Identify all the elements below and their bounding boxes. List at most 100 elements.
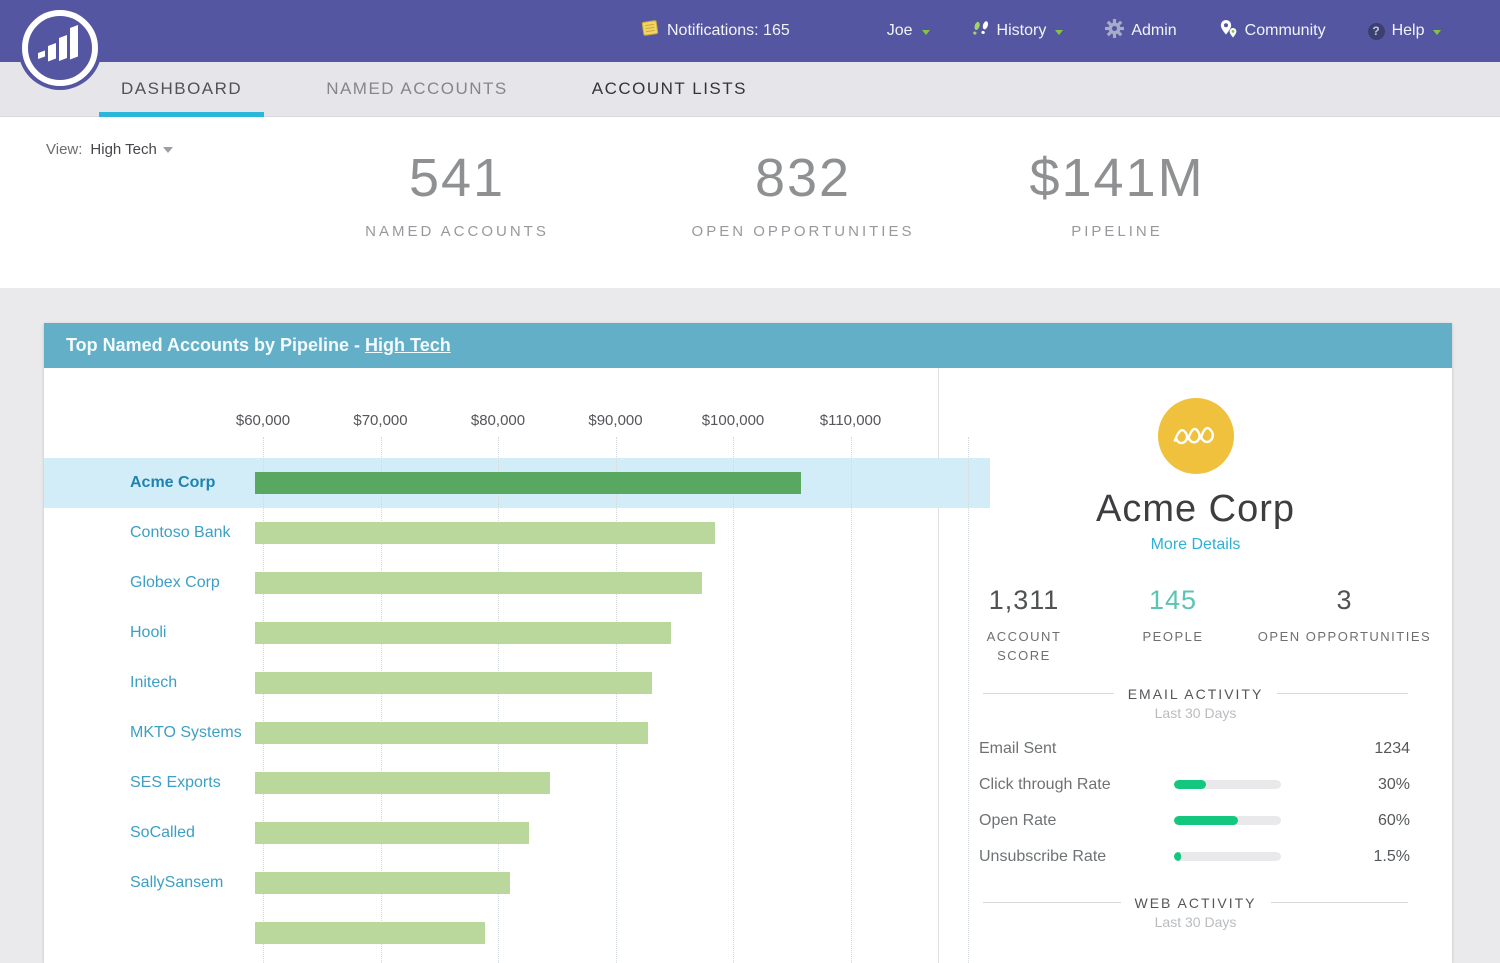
view-dropdown[interactable]: High Tech	[90, 141, 172, 158]
chart-title: Top Named Accounts by Pipeline - High Te…	[44, 323, 1452, 368]
pipeline-bar[interactable]	[255, 922, 485, 944]
account-row: SallySansem	[44, 858, 990, 908]
metric-value: 60%	[1296, 812, 1410, 830]
account-name: Acme Corp	[939, 488, 1452, 531]
detail-stat-open-opportunities: 3 OPEN OPPORTUNITIES	[1257, 580, 1432, 666]
account-row: SoCalled	[44, 808, 990, 858]
summary-panel: View: High Tech 541 NAMED ACCOUNTS 832 O…	[0, 117, 1500, 288]
community-menu[interactable]: Community	[1219, 19, 1326, 44]
progress-track	[1174, 816, 1281, 825]
bar-track	[255, 708, 990, 758]
community-label: Community	[1245, 22, 1326, 40]
more-details-link[interactable]: More Details	[939, 536, 1452, 554]
axis-tick-label: $60,000	[218, 412, 308, 429]
notifications-icon	[640, 19, 660, 43]
chart-title-view-link[interactable]: High Tech	[365, 335, 451, 355]
help-icon: ?	[1368, 23, 1385, 40]
stat-label: NAMED ACCOUNTS	[287, 223, 627, 240]
bar-track	[255, 758, 990, 808]
detail-stat-label: PEOPLE	[1113, 627, 1233, 647]
account-detail-panel: Acme Corp More Details 1,311 ACCOUNT SCO…	[938, 368, 1452, 963]
help-menu[interactable]: ? Help	[1368, 22, 1442, 40]
tab-dashboard[interactable]: DASHBOARD	[99, 62, 264, 116]
stat-named-accounts: 541 NAMED ACCOUNTS	[287, 147, 627, 240]
section-title: EMAIL ACTIVITY	[1128, 686, 1264, 702]
account-link[interactable]: Globex Corp	[44, 574, 255, 592]
account-link[interactable]: Hooli	[44, 624, 255, 642]
pipeline-bar[interactable]	[255, 522, 715, 544]
metric-bar-wrap	[1174, 780, 1296, 789]
account-link[interactable]: SES Exports	[44, 774, 255, 792]
progress-fill	[1174, 852, 1181, 861]
pipeline-bar[interactable]	[255, 672, 652, 694]
stat-open-opportunities: 832 OPEN OPPORTUNITIES	[633, 147, 973, 240]
axis-tick-label: $110,000	[806, 412, 896, 429]
account-row: Contoso Bank	[44, 508, 990, 558]
stat-label: PIPELINE	[947, 223, 1287, 240]
stat-label: OPEN OPPORTUNITIES	[633, 223, 973, 240]
pipeline-bar[interactable]	[255, 822, 529, 844]
bar-track	[255, 458, 990, 508]
pipeline-bar[interactable]	[255, 622, 671, 644]
progress-fill	[1174, 780, 1206, 789]
chevron-down-icon	[163, 147, 173, 153]
pipeline-bar[interactable]	[255, 872, 510, 894]
divider	[983, 902, 1121, 903]
view-label: View:	[46, 141, 82, 158]
user-menu-label: Joe	[887, 22, 913, 40]
account-link[interactable]: Acme Corp	[44, 474, 255, 492]
metric-label: Unsubscribe Rate	[979, 848, 1174, 866]
stat-value: $141M	[947, 147, 1287, 209]
detail-stat-label: OPEN OPPORTUNITIES	[1257, 627, 1432, 647]
footprints-icon	[972, 20, 990, 43]
history-label: History	[997, 22, 1047, 40]
account-link[interactable]: Contoso Bank	[44, 524, 255, 542]
detail-stat-people: 145 PEOPLE	[1113, 580, 1233, 666]
view-dropdown-value: High Tech	[90, 141, 156, 158]
admin-menu[interactable]: Admin	[1105, 19, 1176, 43]
pipeline-bar[interactable]	[255, 772, 550, 794]
account-row: Initech	[44, 658, 990, 708]
divider	[1277, 693, 1408, 694]
account-link[interactable]: SoCalled	[44, 824, 255, 842]
account-row: Hooli	[44, 608, 990, 658]
account-row: SES Exports	[44, 758, 990, 808]
chevron-down-icon	[1055, 30, 1063, 35]
metric-label: Open Rate	[979, 812, 1174, 830]
chevron-down-icon	[922, 30, 930, 35]
account-link[interactable]: Initech	[44, 674, 255, 692]
account-link[interactable]: MKTO Systems	[44, 724, 255, 742]
tab-account-lists[interactable]: ACCOUNT LISTS	[570, 62, 769, 116]
user-menu[interactable]: Joe	[887, 22, 930, 40]
axis-tick-label: $80,000	[453, 412, 543, 429]
bar-track	[255, 558, 990, 608]
help-label: Help	[1392, 22, 1425, 40]
account-row: Acme Corp	[44, 458, 990, 508]
bar-track	[255, 658, 990, 708]
metric-value: 1234	[1296, 740, 1410, 758]
axis-tick-label: $90,000	[571, 412, 661, 429]
chevron-down-icon	[1433, 30, 1441, 35]
tab-named-accounts[interactable]: NAMED ACCOUNTS	[304, 62, 530, 116]
progress-track	[1174, 780, 1281, 789]
metric-label: Click through Rate	[979, 776, 1174, 794]
bar-track	[255, 858, 990, 908]
account-avatar	[1158, 398, 1234, 474]
marketo-logo[interactable]	[17, 5, 103, 91]
history-menu[interactable]: History	[972, 20, 1064, 43]
pipeline-bar[interactable]	[255, 572, 702, 594]
account-link[interactable]: SallySansem	[44, 874, 255, 892]
email-activity-header: EMAIL ACTIVITY	[939, 686, 1452, 702]
top-navbar: Notifications: 165 Joe History	[0, 0, 1500, 62]
notifications-label: Notifications: 165	[667, 22, 790, 40]
map-pins-icon	[1219, 19, 1238, 44]
progress-track	[1174, 852, 1281, 861]
detail-stat-value: 3	[1257, 580, 1432, 621]
divider	[1271, 902, 1409, 903]
pipeline-bar[interactable]	[255, 472, 801, 494]
pipeline-bar[interactable]	[255, 722, 648, 744]
metric-label: Email Sent	[979, 740, 1174, 758]
axis-tick-label: $70,000	[336, 412, 426, 429]
notifications-button[interactable]: Notifications: 165	[640, 19, 790, 43]
pipeline-bar-chart: $60,000$70,000$80,000$90,000$100,000$110…	[44, 368, 938, 963]
